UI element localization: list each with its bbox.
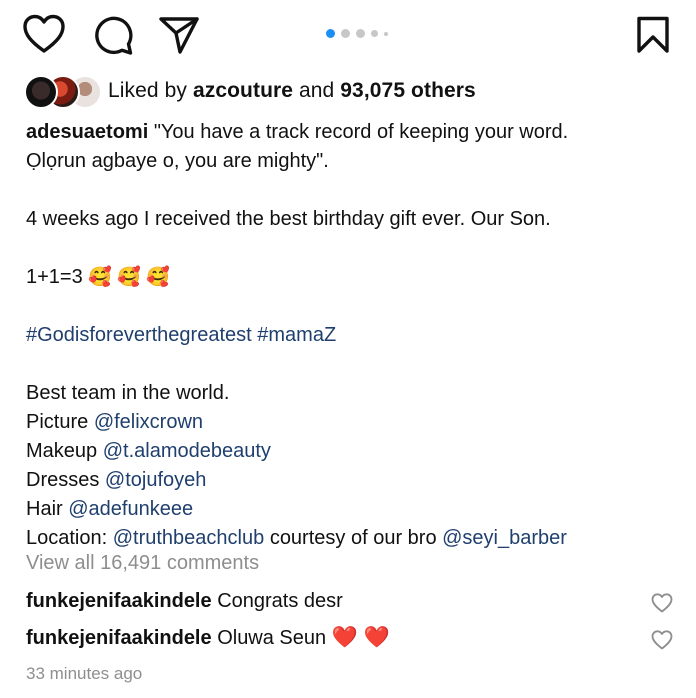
caption-text: 4 weeks ago I received the best birthday… [26, 208, 551, 230]
caption-text: courtesy of our bro [269, 527, 437, 549]
credit-label: Dresses [26, 469, 100, 491]
red-heart-emoji: ❤️ ❤️ [331, 626, 390, 649]
mention-link[interactable]: @truthbeachclub [113, 527, 265, 549]
likes-count[interactable]: 93,075 others [340, 79, 476, 102]
hashtag-link[interactable]: #Godisforeverthegreatest [26, 324, 252, 346]
liker-username[interactable]: azcouture [193, 79, 293, 102]
mention-link[interactable]: @adefunkeee [68, 498, 193, 520]
post-caption: adesuaetomi "You have a track record of … [26, 118, 676, 553]
comment-text: Congrats desr [217, 590, 343, 612]
hashtag-link[interactable]: #mamaZ [257, 324, 336, 346]
likes-row: Liked by azcouture and 93,075 others [24, 74, 476, 109]
mention-link[interactable]: @felixcrown [94, 411, 203, 433]
likes-prefix: Liked by [108, 79, 188, 102]
comment-like-icon[interactable] [651, 593, 673, 618]
bookmark-icon[interactable] [636, 16, 670, 54]
comment-row: funkejenifaakindele Oluwa Seun ❤️ ❤️ [26, 626, 390, 650]
comment-text: Oluwa Seun [217, 627, 327, 649]
liker-avatars[interactable] [24, 75, 102, 109]
caption-username[interactable]: adesuaetomi [26, 121, 148, 143]
caption-text: Best team in the world. [26, 382, 230, 404]
mention-link[interactable]: @tojufoyeh [105, 469, 206, 491]
comment-row: funkejenifaakindele Congrats desr [26, 590, 343, 613]
carousel-dot-active [326, 29, 335, 38]
carousel-indicator [326, 29, 388, 38]
post-timestamp: 33 minutes ago [26, 664, 143, 683]
carousel-dot [371, 30, 378, 37]
smiling-hearts-emoji: 🥰 🥰 🥰 [88, 267, 170, 288]
mention-link[interactable]: @t.alamodebeauty [103, 440, 271, 462]
likes-summary: Liked by azcouture and 93,075 others [108, 79, 476, 103]
comment-username[interactable]: funkejenifaakindele [26, 590, 212, 612]
paper-plane-icon[interactable] [158, 15, 200, 55]
view-all-comments-link[interactable]: View all 16,491 comments [26, 552, 259, 575]
post-action-bar [0, 0, 696, 70]
comment-bubble-icon[interactable] [92, 14, 134, 56]
caption-text: "You have a track record of keeping your… [153, 121, 569, 143]
carousel-dot [384, 31, 388, 36]
carousel-dot [356, 29, 365, 38]
caption-text: Ọlọrun agbaye o, you are mighty". [26, 150, 329, 172]
credit-label: Picture [26, 411, 89, 433]
likes-connector: and [299, 79, 335, 102]
comment-username[interactable]: funkejenifaakindele [26, 627, 212, 649]
heart-outline-icon[interactable] [22, 14, 66, 54]
credit-label: Makeup [26, 440, 98, 462]
caption-text: 1+1=3 [26, 266, 83, 288]
comment-like-icon[interactable] [651, 630, 673, 655]
avatar [24, 75, 58, 109]
credit-label: Hair [26, 498, 63, 520]
credit-label: Location: [26, 527, 108, 549]
carousel-dot [341, 29, 350, 38]
mention-link[interactable]: @seyi_barber [442, 527, 567, 549]
